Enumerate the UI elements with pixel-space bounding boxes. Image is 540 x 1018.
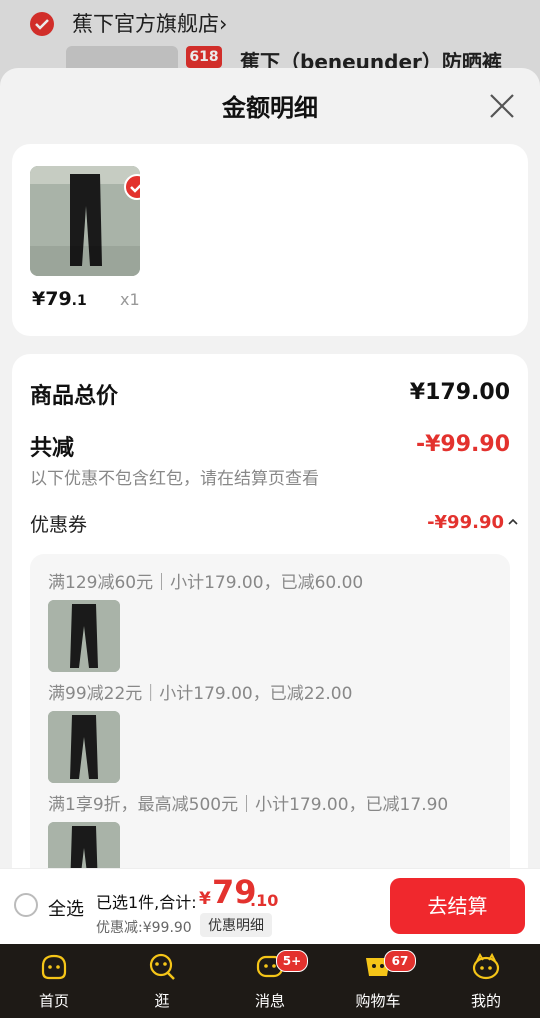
total-reduce-label: 共减	[30, 436, 75, 461]
checkout-button[interactable]: 去结算	[390, 878, 525, 934]
browse-icon	[149, 953, 175, 980]
cart-badge: 67	[384, 950, 416, 972]
sheet-title: 金额明细	[222, 94, 318, 122]
coupon-product-thumb	[48, 600, 120, 672]
discount-text: 优惠减:¥99.90	[96, 920, 192, 936]
tab-label: 逛	[154, 992, 170, 1010]
price-summary-card: 商品总价 ¥179.00 共减 -¥99.90 以下优惠不包含红包，请在结算页查…	[12, 354, 528, 944]
product-quantity: x1	[120, 290, 140, 309]
tab-label: 我的	[470, 992, 501, 1010]
tab-label: 购物车	[355, 992, 401, 1010]
total-amount-decimal: .10	[250, 891, 279, 910]
message-badge: 5+	[276, 950, 308, 972]
tab-home[interactable]: 首页	[0, 944, 108, 1018]
select-all-radio[interactable]	[14, 893, 38, 917]
coupon-rule: 满1享9折，最高减500元｜小计179.00，已减17.90	[48, 795, 449, 815]
select-all-label[interactable]: 全选	[48, 895, 84, 921]
tab-browse[interactable]: 逛	[108, 944, 216, 1018]
total-price-label: 商品总价	[30, 384, 119, 409]
total-reduce-value: -¥99.90	[415, 432, 510, 457]
total-currency: ¥	[199, 889, 211, 909]
tab-label: 消息	[254, 992, 285, 1010]
chevron-up-icon[interactable]	[506, 514, 520, 528]
reduce-note: 以下优惠不包含红包，请在结算页查看	[30, 469, 319, 489]
discount-detail-button[interactable]: 优惠明细	[200, 913, 272, 937]
coupon-label: 优惠券	[30, 514, 88, 536]
total-price-value: ¥179.00	[409, 380, 510, 405]
tab-bar: 首页 逛 5+ 消息 67 购物车 我的	[0, 944, 540, 1018]
tab-messages[interactable]: 5+ 消息	[216, 944, 324, 1018]
coupon-value[interactable]: -¥99.90	[427, 512, 504, 533]
coupon-rule: 满99减22元｜小计179.00，已减22.00	[48, 684, 353, 704]
amount-detail-sheet: 金额明细 ¥79.1 x1 商品总价 ¥179.00 共减 -¥99.90 以下…	[0, 68, 540, 944]
product-card: ¥79.1 x1	[12, 144, 528, 336]
product-price: ¥79.1	[32, 288, 87, 310]
home-icon	[41, 954, 67, 980]
checkout-bar: 全选 已选1件,合计: ¥ 79 .10 优惠减:¥99.90 优惠明细 去结算	[0, 868, 540, 945]
coupon-product-thumb	[48, 711, 120, 783]
selected-count: 已选1件,合计:	[96, 893, 197, 912]
close-icon[interactable]	[486, 90, 518, 122]
profile-icon	[472, 952, 500, 980]
tab-cart[interactable]: 67 购物车	[324, 944, 432, 1018]
coupon-rule: 满129减60元｜小计179.00，已减60.00	[48, 573, 364, 593]
tab-label: 首页	[38, 992, 69, 1010]
product-image[interactable]	[30, 166, 140, 276]
tab-profile[interactable]: 我的	[432, 944, 540, 1018]
